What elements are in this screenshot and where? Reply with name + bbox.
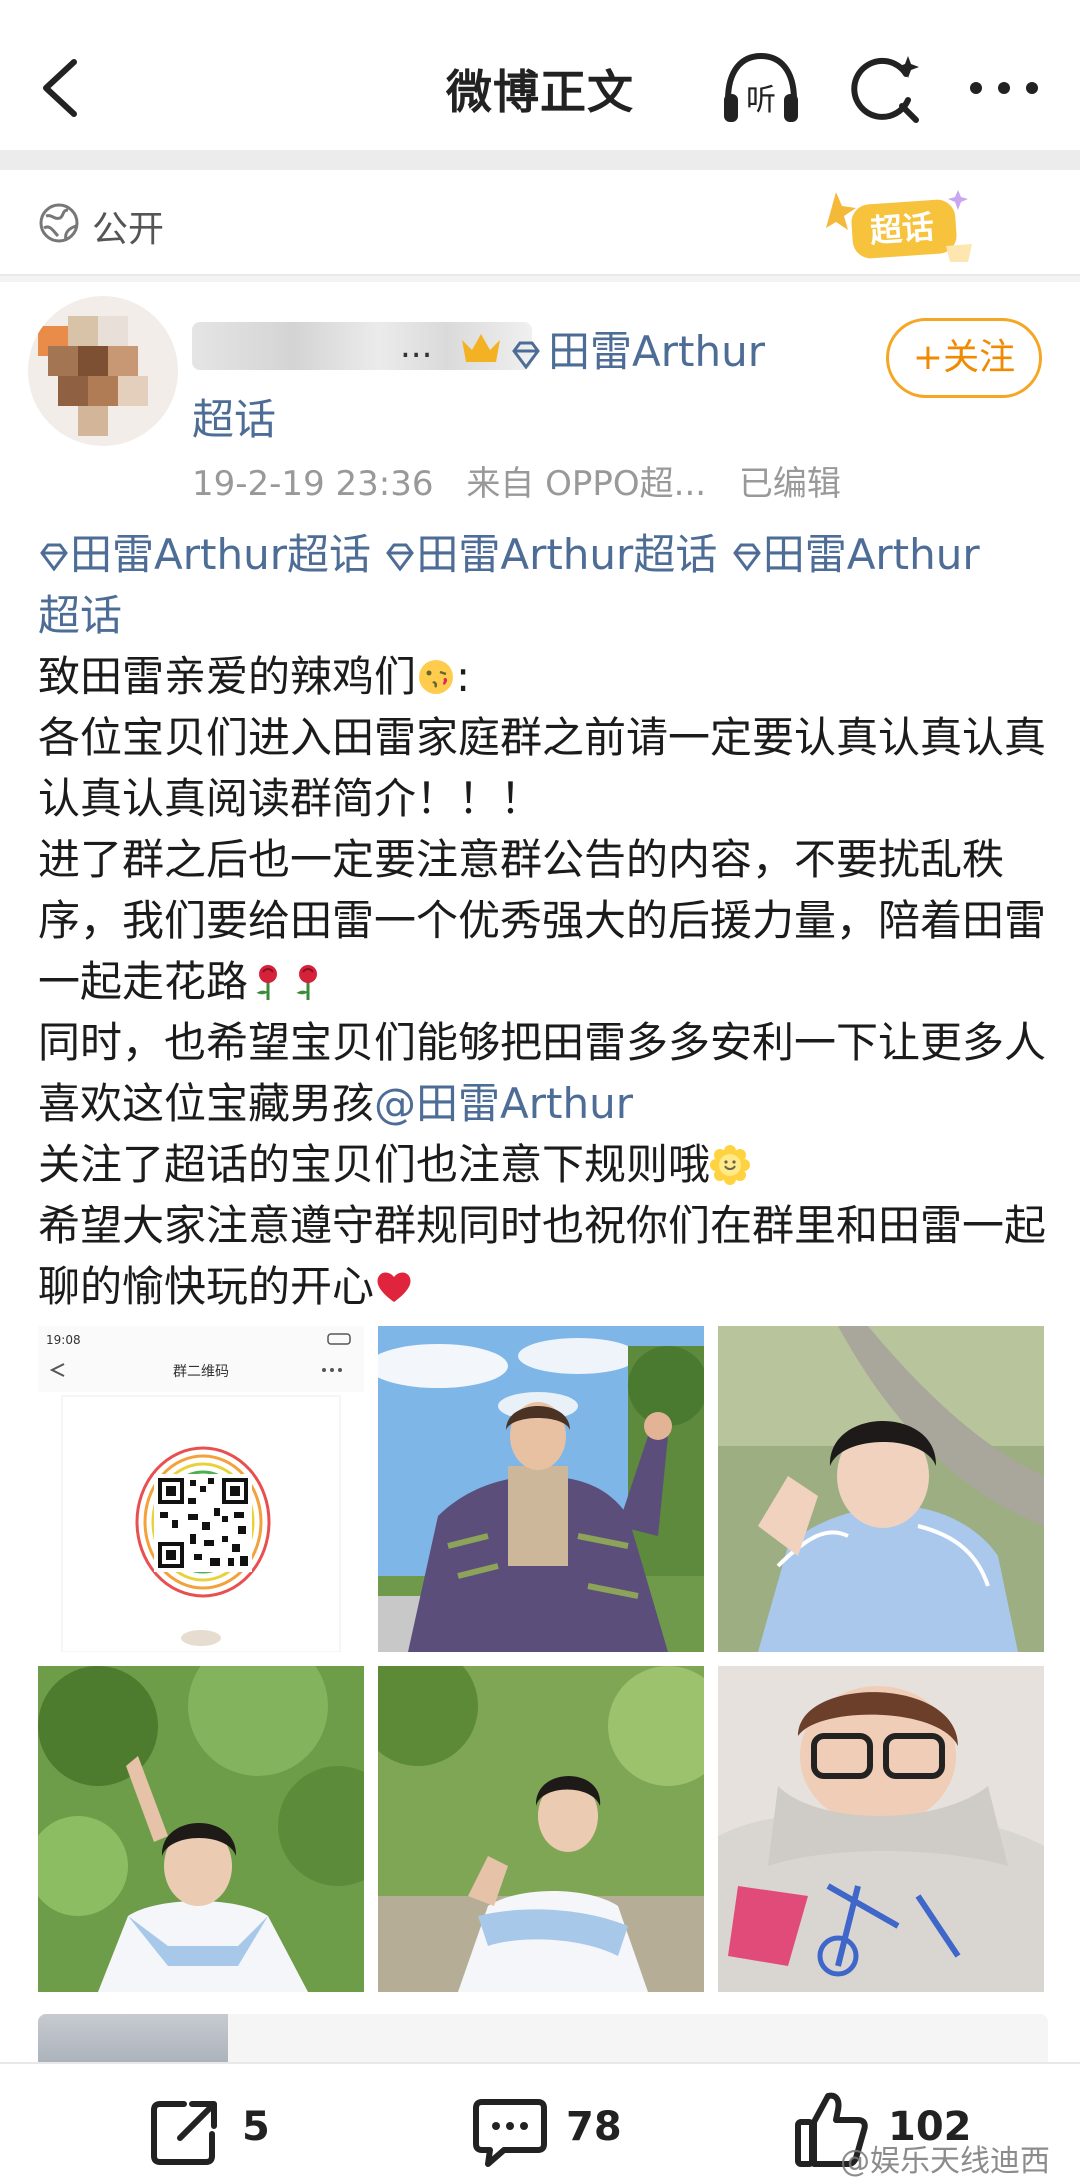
author-topic-text: 田雷Arthur [548, 327, 765, 376]
post-image-qr-screenshot[interactable]: 19:08 群二维码 [38, 1326, 364, 1652]
visibility-label: 公开 [92, 209, 165, 250]
paragraph-with-emoji: 关注了超话的宝贝们也注意下规则哦 [38, 1134, 1048, 1195]
post-image-photo[interactable] [718, 1666, 1044, 1992]
paragraph-text: 关注了超话的宝贝们也注意下规则哦 [38, 1140, 711, 1189]
topic-link[interactable]: 田雷Arthur超话 [38, 530, 371, 579]
paragraph-with-heart: 希望大家注意遵守群规同时也祝你们在群里和田雷一起聊的愉快玩的开心 [38, 1195, 1048, 1317]
watermark: @娱乐天线迪西 [840, 2144, 1050, 2179]
search-ai-icon[interactable] [846, 50, 926, 130]
crown-badge-icon [462, 334, 500, 362]
diamond-topic-icon [386, 543, 415, 571]
greeting-line: 致田雷亲爱的辣鸡们: [38, 646, 1048, 707]
topic-text: 田雷Arthur超话 [416, 530, 718, 579]
visibility-bar: 公开 超话 [0, 170, 1080, 276]
headphones-listen-icon[interactable]: 听 [718, 48, 804, 128]
globe-icon [39, 203, 79, 243]
repost-count: 5 [242, 2104, 270, 2150]
diamond-topic-icon [512, 341, 540, 369]
comment-count: 78 [566, 2104, 622, 2150]
heart-emoji-icon [377, 1272, 411, 1302]
listen-label: 听 [746, 83, 776, 118]
qr-page-title: 群二维码 [173, 1364, 229, 1380]
post-image-photo[interactable] [378, 1666, 704, 1992]
paragraph-text: 进了群之后也一定要注意群公告的内容，不要扰乱秩序，我们要给田雷一个优秀强大的后援… [38, 835, 1047, 1006]
post-time: 19-2-19 23:36 [192, 464, 434, 504]
topic-link-continued[interactable]: 超话 [38, 591, 122, 640]
post-image-photo[interactable] [38, 1666, 364, 1992]
repost-icon [151, 2101, 217, 2165]
rose-emoji-icon [296, 965, 318, 1000]
diamond-topic-icon [40, 543, 68, 571]
flower-smile-emoji-icon [710, 1145, 751, 1185]
more-options-icon[interactable] [964, 58, 1044, 118]
rose-emoji-icon [256, 965, 278, 1000]
author-topic-text-line2[interactable]: 超话 [192, 386, 276, 447]
follow-button[interactable]: +关注 [886, 318, 1042, 398]
greeting-colon: : [456, 652, 471, 701]
super-topic-sticker[interactable]: 超话 [822, 184, 982, 270]
post-image-photo[interactable] [718, 1326, 1044, 1652]
image-grid: 19:08 群二维码 [38, 1326, 1048, 1992]
top-nav-bar: 微博正文 听 [0, 0, 1080, 150]
paragraph: 各位宝贝们进入田雷家庭群之前请一定要认真认真认真认真认真阅读群简介！！！ [38, 713, 1047, 823]
author-name-ellipsis: ... [400, 326, 433, 366]
diamond-topic-icon [732, 543, 761, 571]
user-mention-link[interactable]: @田雷Arthur [374, 1079, 633, 1128]
author-super-topic-link[interactable]: 田雷Arthur [510, 318, 765, 379]
topic-link[interactable]: 田雷Arthur超话 [384, 530, 717, 579]
topic-link[interactable]: 田雷Arthur [731, 530, 980, 579]
paragraph-with-mention: 同时，也希望宝贝们能够把田雷多多安利一下让更多人喜欢这位宝藏男孩@田雷Arthu… [38, 1012, 1048, 1134]
post-image-photo[interactable] [378, 1326, 704, 1652]
topic-text: 田雷Arthur [762, 530, 980, 579]
avatar[interactable] [28, 296, 178, 446]
sticker-label: 超话 [869, 208, 936, 250]
comment-icon [473, 2099, 547, 2167]
repost-button[interactable]: 5 [146, 2094, 306, 2174]
edited-label[interactable]: 已编辑 [739, 464, 841, 504]
post-source: 来自 OPPO超... [466, 464, 707, 504]
topic-text: 田雷Arthur超话 [70, 530, 371, 579]
divider [0, 276, 1080, 282]
qr-status-time: 19:08 [46, 1333, 81, 1347]
topic-line: 田雷Arthur超话 田雷Arthur超话 田雷Arthur 超话 [38, 524, 1048, 646]
paragraph-text: 希望大家注意遵守群规同时也祝你们在群里和田雷一起聊的愉快玩的开心 [38, 1201, 1047, 1311]
greeting-text: 致田雷亲爱的辣鸡们 [38, 652, 417, 701]
paragraph-with-roses: 进了群之后也一定要注意群公告的内容，不要扰乱秩序，我们要给田雷一个优秀强大的后援… [38, 829, 1048, 1012]
post-meta: 19-2-19 23:36 来自 OPPO超... 已编辑 [192, 456, 863, 505]
post-content: 田雷Arthur超话 田雷Arthur超话 田雷Arthur 超话 致田雷亲爱的… [38, 524, 1048, 1317]
comment-button[interactable]: 78 [470, 2094, 650, 2174]
divider [0, 150, 1080, 170]
blowing-kiss-emoji-icon [419, 660, 454, 694]
